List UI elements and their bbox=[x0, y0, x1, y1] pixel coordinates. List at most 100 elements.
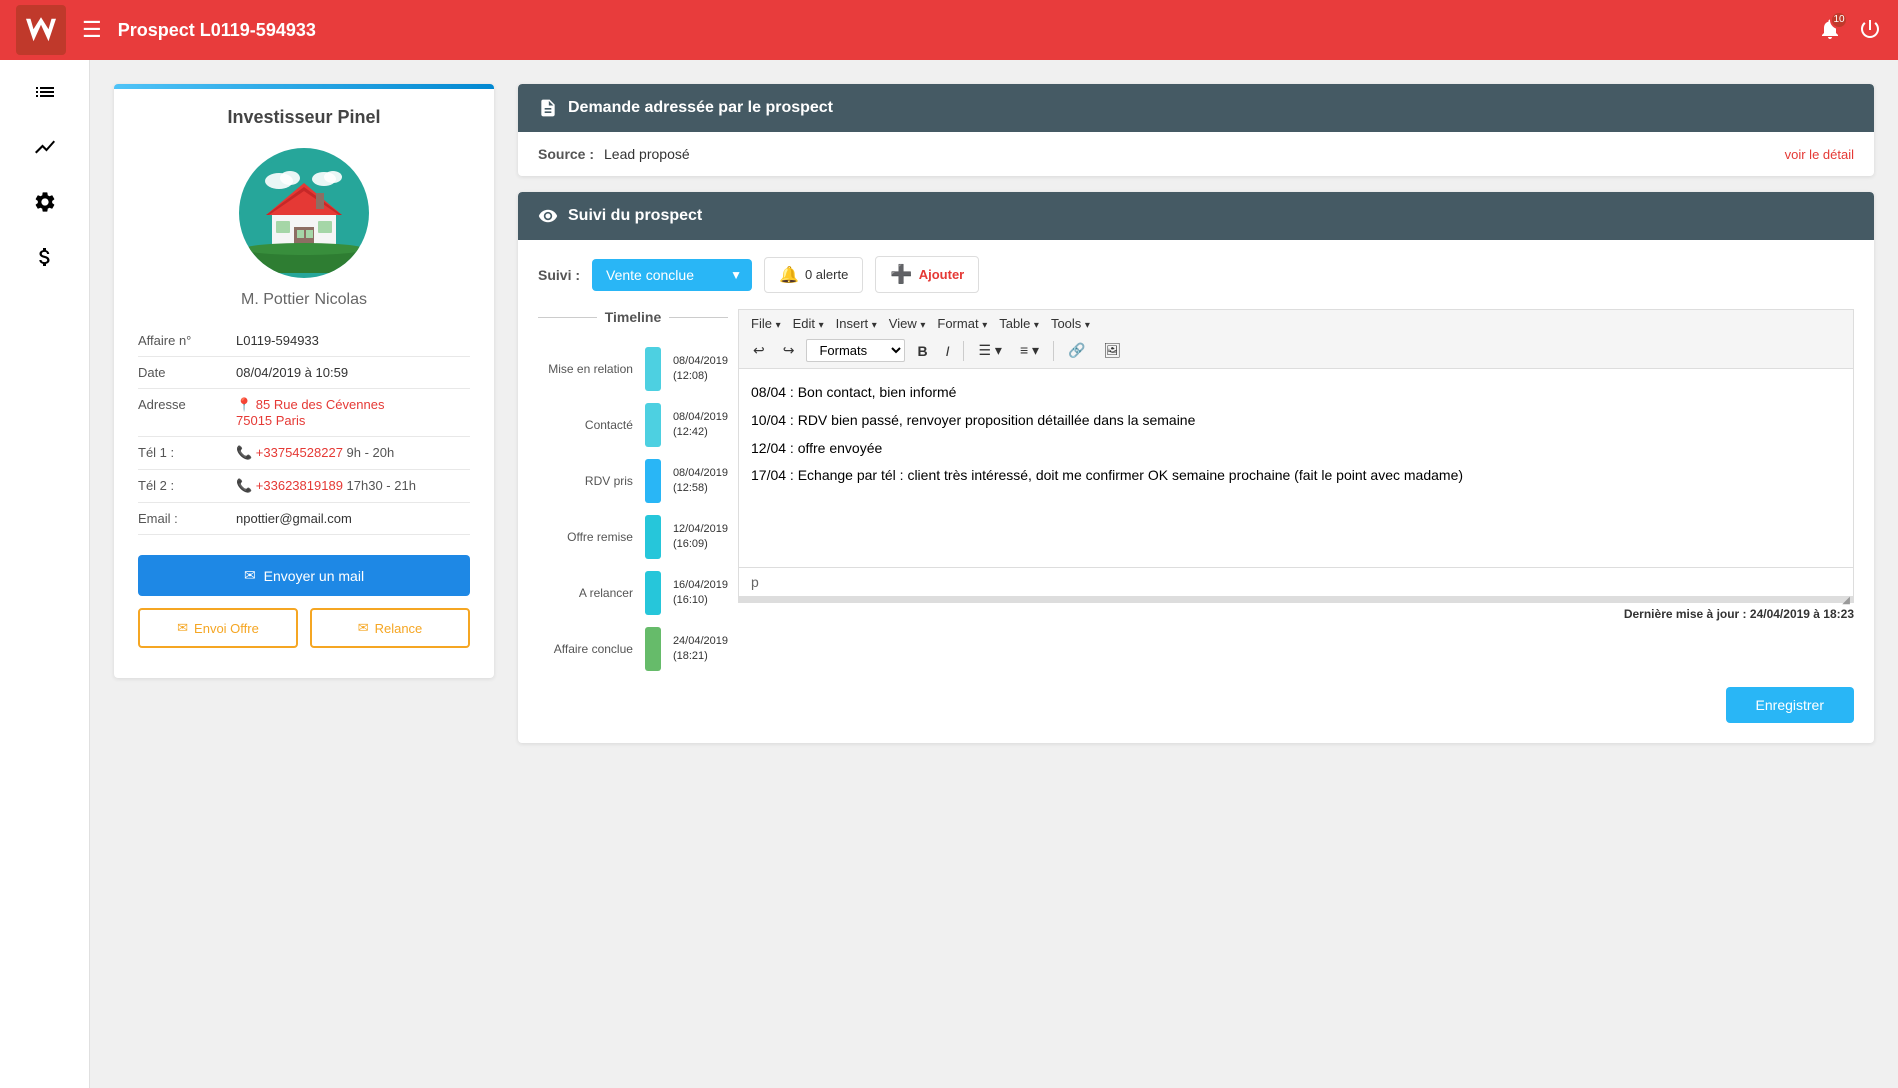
timeline-label-0: Mise en relation bbox=[538, 362, 633, 376]
suivi-select-wrapper: Vente conclue En cours Perdu À relancer … bbox=[592, 259, 752, 291]
menu-view[interactable]: View ▾ bbox=[885, 314, 930, 333]
menu-edit[interactable]: Edit ▾ bbox=[789, 314, 828, 333]
sidebar-item-settings[interactable] bbox=[33, 190, 57, 217]
toolbar-format-row: ↩ ↪ Formats Heading 1 Heading 2 Paragrap… bbox=[747, 337, 1845, 364]
prospect-name: M. Pottier Nicolas bbox=[114, 288, 494, 309]
suivi-body: Suivi : Vente conclue En cours Perdu À r… bbox=[518, 240, 1874, 743]
chart-icon bbox=[33, 135, 57, 159]
editor-footer: Dernière mise à jour : 24/04/2019 à 18:2… bbox=[738, 603, 1854, 625]
editor-line-3: 12/04 : offre envoyée bbox=[751, 437, 1841, 461]
sidebar-item-finance[interactable] bbox=[33, 245, 57, 272]
sidebar-item-list[interactable] bbox=[33, 80, 57, 107]
mail-icon: ✉ bbox=[244, 567, 256, 584]
italic-button[interactable]: I bbox=[940, 341, 956, 361]
timeline-editor: Timeline Mise en relation 08/04/2019(12:… bbox=[538, 309, 1854, 677]
adresse-value: 📍 85 Rue des Cévennes75015 Paris bbox=[236, 397, 470, 428]
tel2-value: 📞 +33623819189 17h30 - 21h bbox=[236, 478, 470, 494]
document-icon bbox=[538, 98, 558, 118]
timeline-item-3: Offre remise 12/04/2019(16:09) bbox=[538, 509, 728, 565]
undo-button[interactable]: ↩ bbox=[747, 340, 771, 361]
suivi-select[interactable]: Vente conclue En cours Perdu À relancer bbox=[592, 259, 752, 291]
timeline-label-1: Contacté bbox=[538, 418, 633, 432]
envoi-offre-button[interactable]: ✉ Envoi Offre bbox=[138, 608, 298, 648]
menu-insert[interactable]: Insert ▾ bbox=[832, 314, 881, 333]
affaire-value: L0119-594933 bbox=[236, 333, 470, 348]
sidebar-item-chart[interactable] bbox=[33, 135, 57, 162]
alerte-button[interactable]: 🔔 0 alerte bbox=[764, 257, 863, 293]
card-fields: Affaire n° L0119-594933 Date 08/04/2019 … bbox=[114, 325, 494, 535]
editor-content[interactable]: 08/04 : Bon contact, bien informé 10/04 … bbox=[738, 368, 1854, 568]
gear-icon bbox=[33, 190, 57, 214]
list-icon bbox=[33, 80, 57, 104]
sidebar bbox=[0, 60, 90, 1088]
editor-toolbar: File ▾ Edit ▾ Insert ▾ View ▾ Format ▾ T… bbox=[738, 309, 1854, 368]
demande-body: Source : Lead proposé voir le détail bbox=[518, 132, 1874, 176]
timeline-bar-1 bbox=[641, 403, 665, 447]
demande-header: Demande adressée par le prospect bbox=[518, 84, 1874, 132]
date-label: Date bbox=[138, 365, 228, 380]
menu-icon[interactable]: ☰ bbox=[82, 17, 102, 43]
enregistrer-button[interactable]: Enregistrer bbox=[1726, 687, 1854, 723]
logo bbox=[16, 5, 66, 55]
timeline-title: Timeline bbox=[538, 309, 728, 325]
bullet-list-button[interactable]: ☰ ▾ bbox=[972, 340, 1007, 361]
suivi-title: Suivi du prospect bbox=[568, 207, 702, 225]
image-button[interactable]: 🖼 bbox=[1097, 340, 1127, 361]
notifications-bell[interactable]: 10 bbox=[1818, 17, 1842, 44]
formats-select[interactable]: Formats Heading 1 Heading 2 Paragraph bbox=[806, 339, 905, 362]
relance-button[interactable]: ✉ Relance bbox=[310, 608, 470, 648]
menu-format[interactable]: Format ▾ bbox=[933, 314, 991, 333]
menu-file[interactable]: File ▾ bbox=[747, 314, 785, 333]
date-value: 08/04/2019 à 10:59 bbox=[236, 365, 470, 380]
prospect-card: Investisseur Pinel bbox=[114, 84, 494, 678]
enregistrer-row: Enregistrer bbox=[538, 677, 1854, 727]
timeline-label-2: RDV pris bbox=[538, 474, 633, 488]
redo-button[interactable]: ↪ bbox=[777, 340, 801, 361]
editor-section: File ▾ Edit ▾ Insert ▾ View ▾ Format ▾ T… bbox=[738, 309, 1854, 677]
voir-detail-link[interactable]: voir le détail bbox=[1785, 147, 1854, 162]
timeline-label-3: Offre remise bbox=[538, 530, 633, 544]
timeline-date-3: 12/04/2019(16:09) bbox=[673, 522, 728, 553]
field-affaire: Affaire n° L0119-594933 bbox=[138, 325, 470, 357]
separator-2 bbox=[1053, 341, 1054, 361]
topbar: ☰ Prospect L0119-594933 10 bbox=[0, 0, 1898, 60]
timeline-item-4: A relancer 16/04/2019(16:10) bbox=[538, 565, 728, 621]
timeline-dot-4 bbox=[645, 571, 661, 615]
timeline-dot-5 bbox=[645, 627, 661, 671]
logo-icon bbox=[26, 15, 56, 45]
power-icon bbox=[1858, 17, 1882, 41]
card-actions: ✉ Envoyer un mail ✉ Envoi Offre ✉ Relanc… bbox=[114, 535, 494, 648]
link-button[interactable]: 🔗 bbox=[1062, 340, 1091, 361]
editor-line-4: 17/04 : Echange par tél : client très in… bbox=[751, 464, 1841, 488]
timeline-date-0: 08/04/2019(12:08) bbox=[673, 354, 728, 385]
email-label: Email : bbox=[138, 511, 228, 526]
menu-table[interactable]: Table ▾ bbox=[995, 314, 1043, 333]
timeline-item-2: RDV pris 08/04/2019(12:58) bbox=[538, 453, 728, 509]
timeline-bar-2 bbox=[641, 459, 665, 503]
house-illustration bbox=[244, 153, 364, 273]
right-panel: Demande adressée par le prospect Source … bbox=[518, 84, 1874, 743]
timeline-item-0: Mise en relation 08/04/2019(12:08) bbox=[538, 341, 728, 397]
secondary-buttons: ✉ Envoi Offre ✉ Relance bbox=[138, 608, 470, 648]
ordered-list-button[interactable]: ≡ ▾ bbox=[1014, 340, 1045, 361]
menu-tools[interactable]: Tools ▾ bbox=[1047, 314, 1094, 333]
power-button[interactable] bbox=[1858, 17, 1882, 44]
timeline-date-4: 16/04/2019(16:10) bbox=[673, 578, 728, 609]
timeline-label-5: Affaire conclue bbox=[538, 642, 633, 656]
timeline-dot-1 bbox=[645, 403, 661, 447]
timeline-date-2: 08/04/2019(12:58) bbox=[673, 466, 728, 497]
notification-count: 10 bbox=[1830, 11, 1848, 29]
page-title: Prospect L0119-594933 bbox=[118, 20, 1802, 41]
bold-button[interactable]: B bbox=[911, 341, 933, 361]
timeline-date-1: 08/04/2019(12:42) bbox=[673, 410, 728, 441]
topbar-actions: 10 bbox=[1818, 17, 1882, 44]
separator-1 bbox=[963, 341, 964, 361]
field-tel1: Tél 1 : 📞 +33754528227 9h - 20h bbox=[138, 437, 470, 470]
dollar-icon bbox=[33, 245, 57, 269]
ajouter-button[interactable]: ➕ Ajouter bbox=[875, 256, 979, 293]
suivi-controls: Suivi : Vente conclue En cours Perdu À r… bbox=[538, 256, 1854, 293]
editor-input-row: p bbox=[738, 568, 1854, 597]
timeline-dot-2 bbox=[645, 459, 661, 503]
timeline-section: Timeline Mise en relation 08/04/2019(12:… bbox=[538, 309, 738, 677]
send-mail-button[interactable]: ✉ Envoyer un mail bbox=[138, 555, 470, 596]
